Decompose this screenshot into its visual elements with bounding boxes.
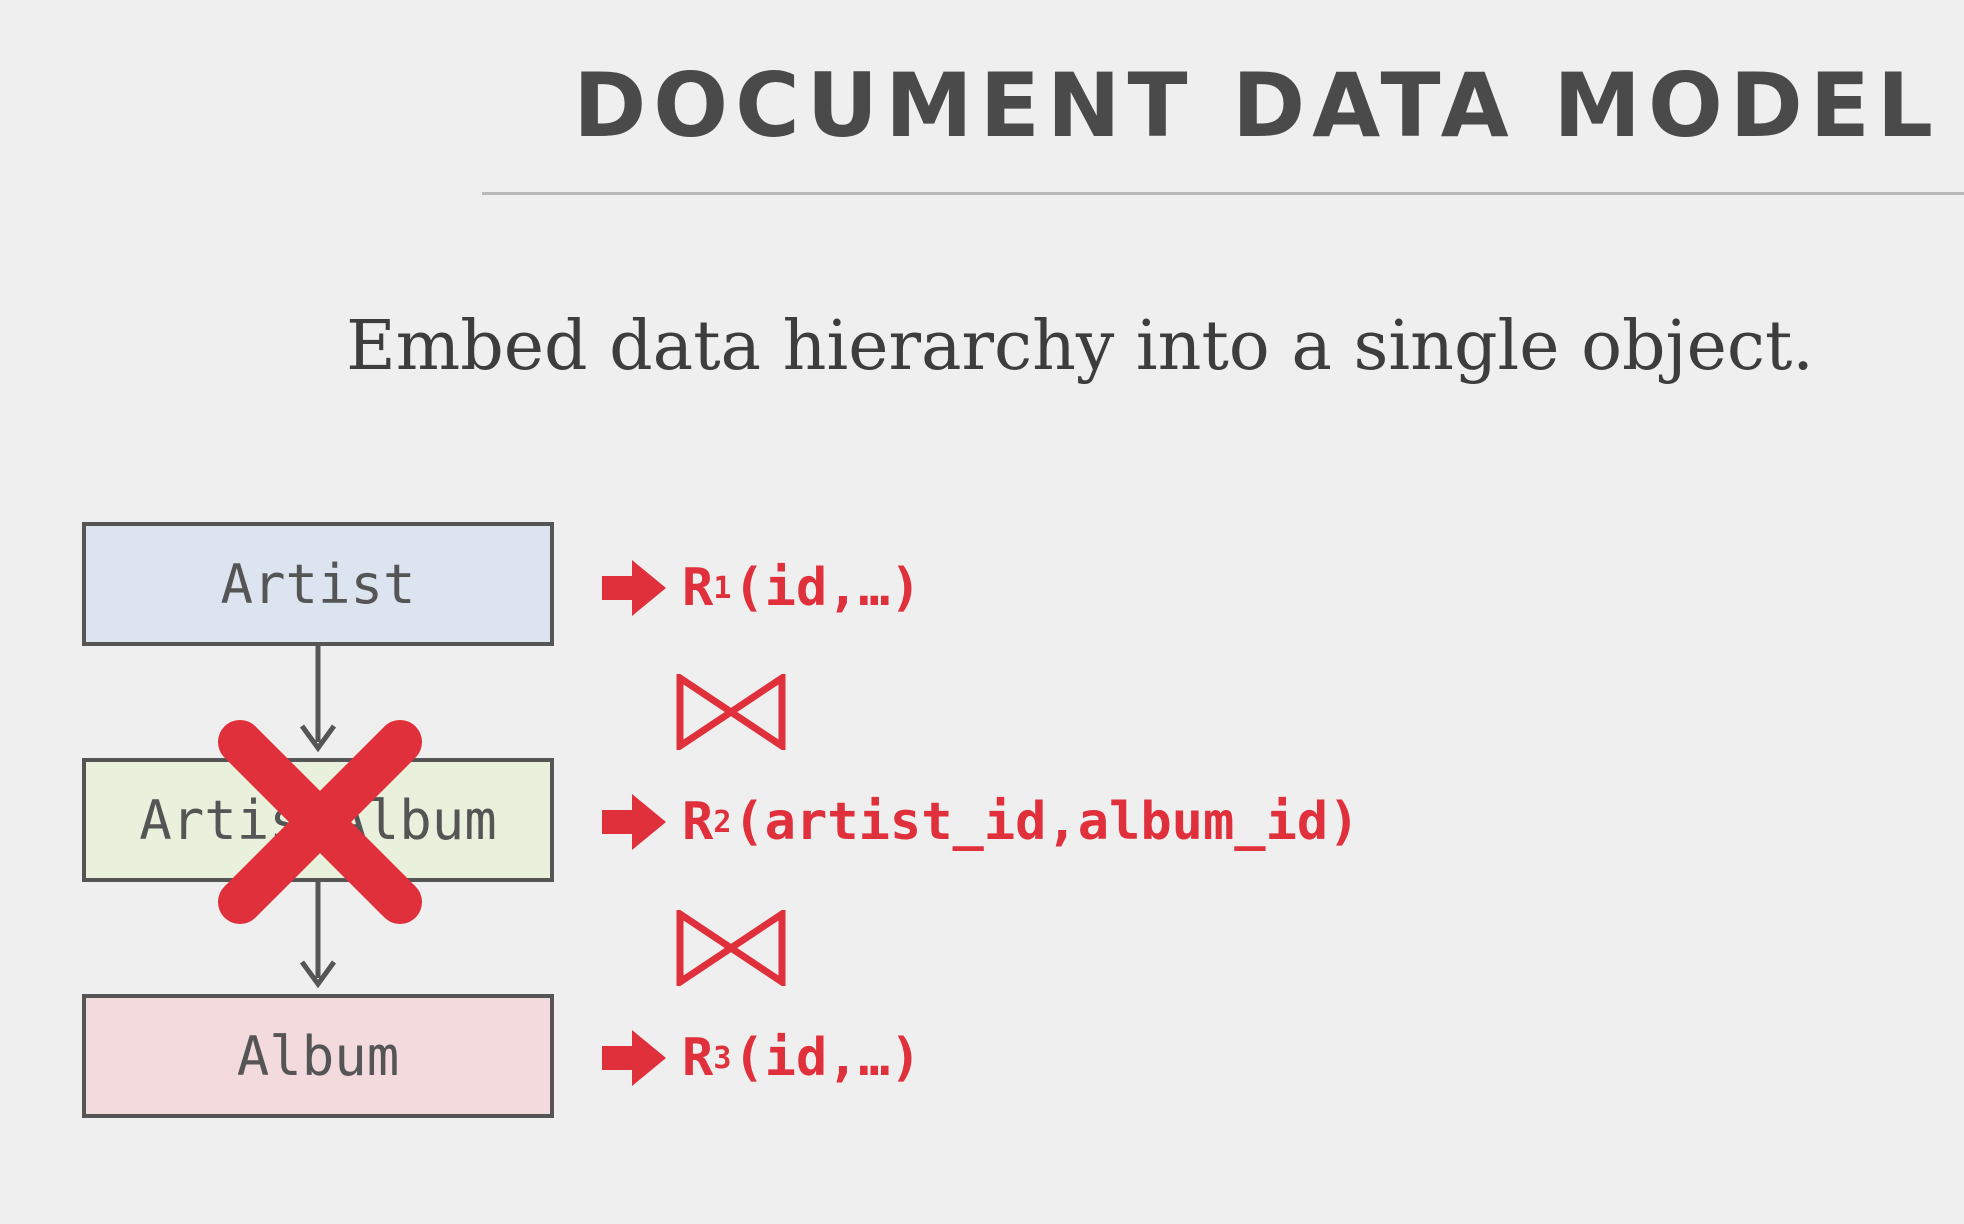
right-arrow-icon [602, 794, 666, 850]
right-arrow-icon [602, 560, 666, 616]
relation-name: R [682, 792, 714, 852]
cross-out-icon [218, 720, 422, 924]
relation-subscript: 2 [713, 804, 732, 840]
right-arrow-icon [602, 1030, 666, 1086]
relation-r1: R 1 (id,…) [602, 548, 921, 628]
relation-name: R [682, 1028, 714, 1088]
join-bowtie-icon [676, 910, 786, 986]
relation-r3: R 3 (id,…) [602, 1018, 921, 1098]
relation-subscript: 3 [713, 1040, 732, 1076]
join-bowtie-icon [676, 674, 786, 750]
relation-args: (id,…) [733, 1028, 922, 1088]
relation-subscript: 1 [713, 570, 732, 606]
relation-args: (artist_id,album_id) [733, 792, 1360, 852]
relation-r2: R 2 (artist_id,album_id) [602, 782, 1360, 862]
relation-args: (id,…) [733, 558, 922, 618]
relation-name: R [682, 558, 714, 618]
cross-out-overlay [218, 720, 422, 924]
